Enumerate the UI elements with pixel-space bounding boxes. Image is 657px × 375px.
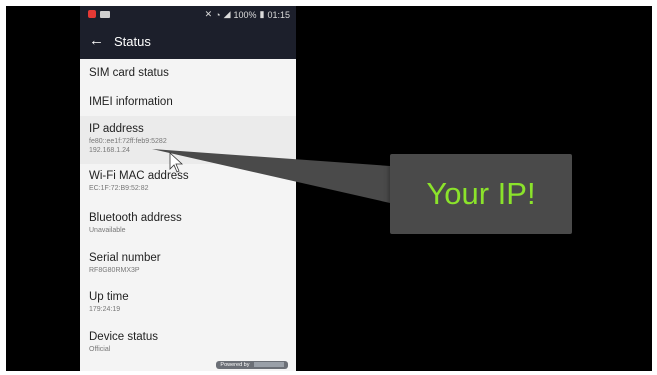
callout-arrow: [152, 149, 390, 203]
mouse-cursor-icon: [169, 152, 184, 173]
video-frame: ✕ ◔ ◢ 100% ▮ 01:15 ← Status SIM card sta…: [6, 6, 652, 371]
callout-text: Your IP!: [426, 176, 536, 211]
your-ip-callout: Your IP!: [390, 154, 572, 234]
